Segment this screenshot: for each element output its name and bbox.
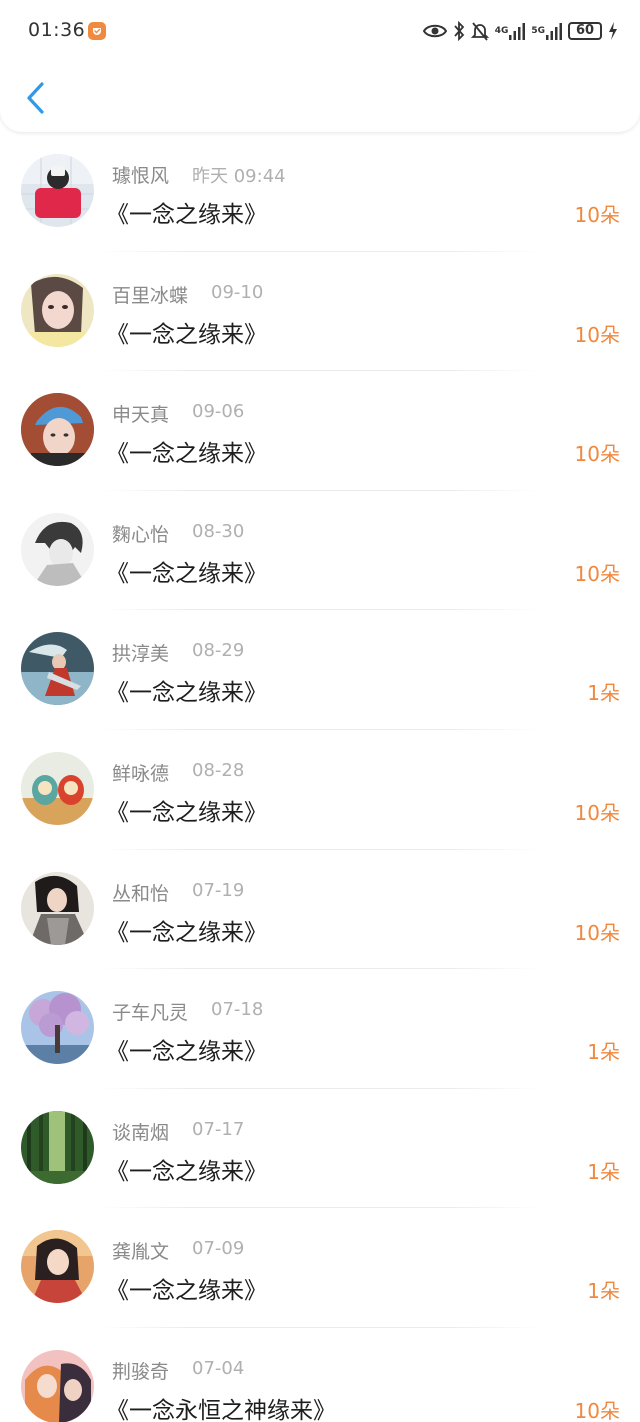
list-item[interactable]: 鲜咏德 08-28 《一念之缘来》 10朵 [0,730,640,850]
avatar[interactable] [21,1110,94,1184]
gift-count: 1朵 [587,1159,620,1184]
send-date: 09-06 [192,401,245,423]
mute-bell-icon [470,21,489,41]
network-type-label: 5G [531,25,545,36]
book-title: 《一念之缘来》 [106,680,267,707]
list-item[interactable]: 龚胤文 07-09 《一念之缘来》 1朵 [0,1208,640,1328]
gift-count: 10朵 [574,800,620,825]
avatar[interactable] [21,991,94,1065]
list-item[interactable]: 丛和怡 07-19 《一念之缘来》 10朵 [0,850,640,970]
status-bar: 01:36 4G 5G 60 [0,0,640,62]
avatar[interactable] [21,1230,94,1304]
app-notification-icon [88,22,106,40]
signal-icon: 4G [495,22,526,40]
send-date: 07-09 [192,1238,245,1260]
book-title: 《一念之缘来》 [106,202,267,228]
book-title: 《一念之缘来》 [106,1039,267,1066]
book-title: 《一念之缘来》 [106,321,267,348]
avatar[interactable] [21,273,94,347]
book-title: 《一念之缘来》 [106,441,267,468]
send-date: 07-17 [192,1118,245,1140]
book-title: 《一念之缘来》 [106,1278,267,1305]
gift-count: 1朵 [587,681,620,706]
network-type-label: 4G [494,25,509,36]
bluetooth-icon [453,21,465,41]
list-item[interactable]: 璩恨风 昨天 09:44 《一念之缘来》 10朵 [0,132,640,252]
sender-name: 荆骏奇 [112,1360,170,1383]
sender-name: 子车凡灵 [112,1002,189,1025]
avatar[interactable] [21,393,94,467]
send-date: 07-04 [192,1357,245,1379]
list-item[interactable]: 百里冰蝶 09-10 《一念之缘来》 10朵 [0,252,640,372]
send-date: 08-28 [192,759,245,781]
signal-icon: 5G [531,22,562,40]
list-item[interactable]: 荆骏奇 07-04 《一念永恒之神缘来》 10朵 [0,1328,640,1422]
gift-count: 1朵 [587,1279,620,1304]
charging-icon [608,22,618,40]
gift-count: 1朵 [587,1040,620,1065]
sender-name: 丛和怡 [112,882,170,905]
send-date: 07-19 [192,879,245,901]
status-icons: 4G 5G 60 [422,18,618,44]
gift-record-list: 璩恨风 昨天 09:44 《一念之缘来》 10朵 百里冰蝶 09-10 《一念之… [0,132,640,1422]
sender-name: 鲜咏德 [112,762,170,785]
battery-icon: 60 [568,22,602,40]
list-item[interactable]: 申天真 09-06 《一念之缘来》 10朵 [0,371,640,491]
sender-name: 拱淳美 [112,643,170,666]
sender-name: 龚胤文 [112,1241,170,1264]
list-item[interactable]: 拱淳美 08-29 《一念之缘来》 1朵 [0,610,640,730]
list-item[interactable]: 麴心怡 08-30 《一念之缘来》 10朵 [0,491,640,611]
sender-name: 璩恨风 [112,165,170,187]
book-title: 《一念之缘来》 [106,919,267,946]
gift-count: 10朵 [574,203,620,227]
book-title: 《一念之缘来》 [106,799,267,826]
send-date: 07-18 [211,999,264,1021]
chevron-left-icon [27,82,44,114]
avatar[interactable] [21,1349,94,1422]
top-bar: 01:36 4G 5G 60 [0,0,640,132]
book-title: 《一念永恒之神缘来》 [106,1397,336,1422]
avatar[interactable] [21,632,94,706]
gift-count: 10朵 [574,561,620,586]
book-title: 《一念之缘来》 [106,1158,267,1185]
back-button[interactable] [18,76,54,120]
gift-count: 10朵 [574,322,620,347]
eye-icon [422,23,447,39]
sender-name: 谈南烟 [112,1121,170,1144]
sender-name: 申天真 [112,404,170,427]
sender-name: 麴心怡 [112,523,170,546]
status-time: 01:36 [28,19,86,41]
book-title: 《一念之缘来》 [106,560,267,587]
send-date: 08-29 [192,640,245,662]
list-item[interactable]: 子车凡灵 07-18 《一念之缘来》 1朵 [0,969,640,1089]
send-date: 昨天 09:44 [192,166,286,187]
avatar[interactable] [21,751,94,825]
avatar[interactable] [21,871,94,945]
sender-name: 百里冰蝶 [112,284,189,307]
list-item[interactable]: 谈南烟 07-17 《一念之缘来》 1朵 [0,1089,640,1209]
gift-count: 10朵 [574,442,620,467]
send-date: 09-10 [211,281,264,303]
gift-count: 10朵 [574,920,620,945]
avatar[interactable] [21,512,94,586]
send-date: 08-30 [192,520,245,542]
gift-count: 10朵 [574,1398,620,1422]
avatar[interactable] [21,154,94,227]
